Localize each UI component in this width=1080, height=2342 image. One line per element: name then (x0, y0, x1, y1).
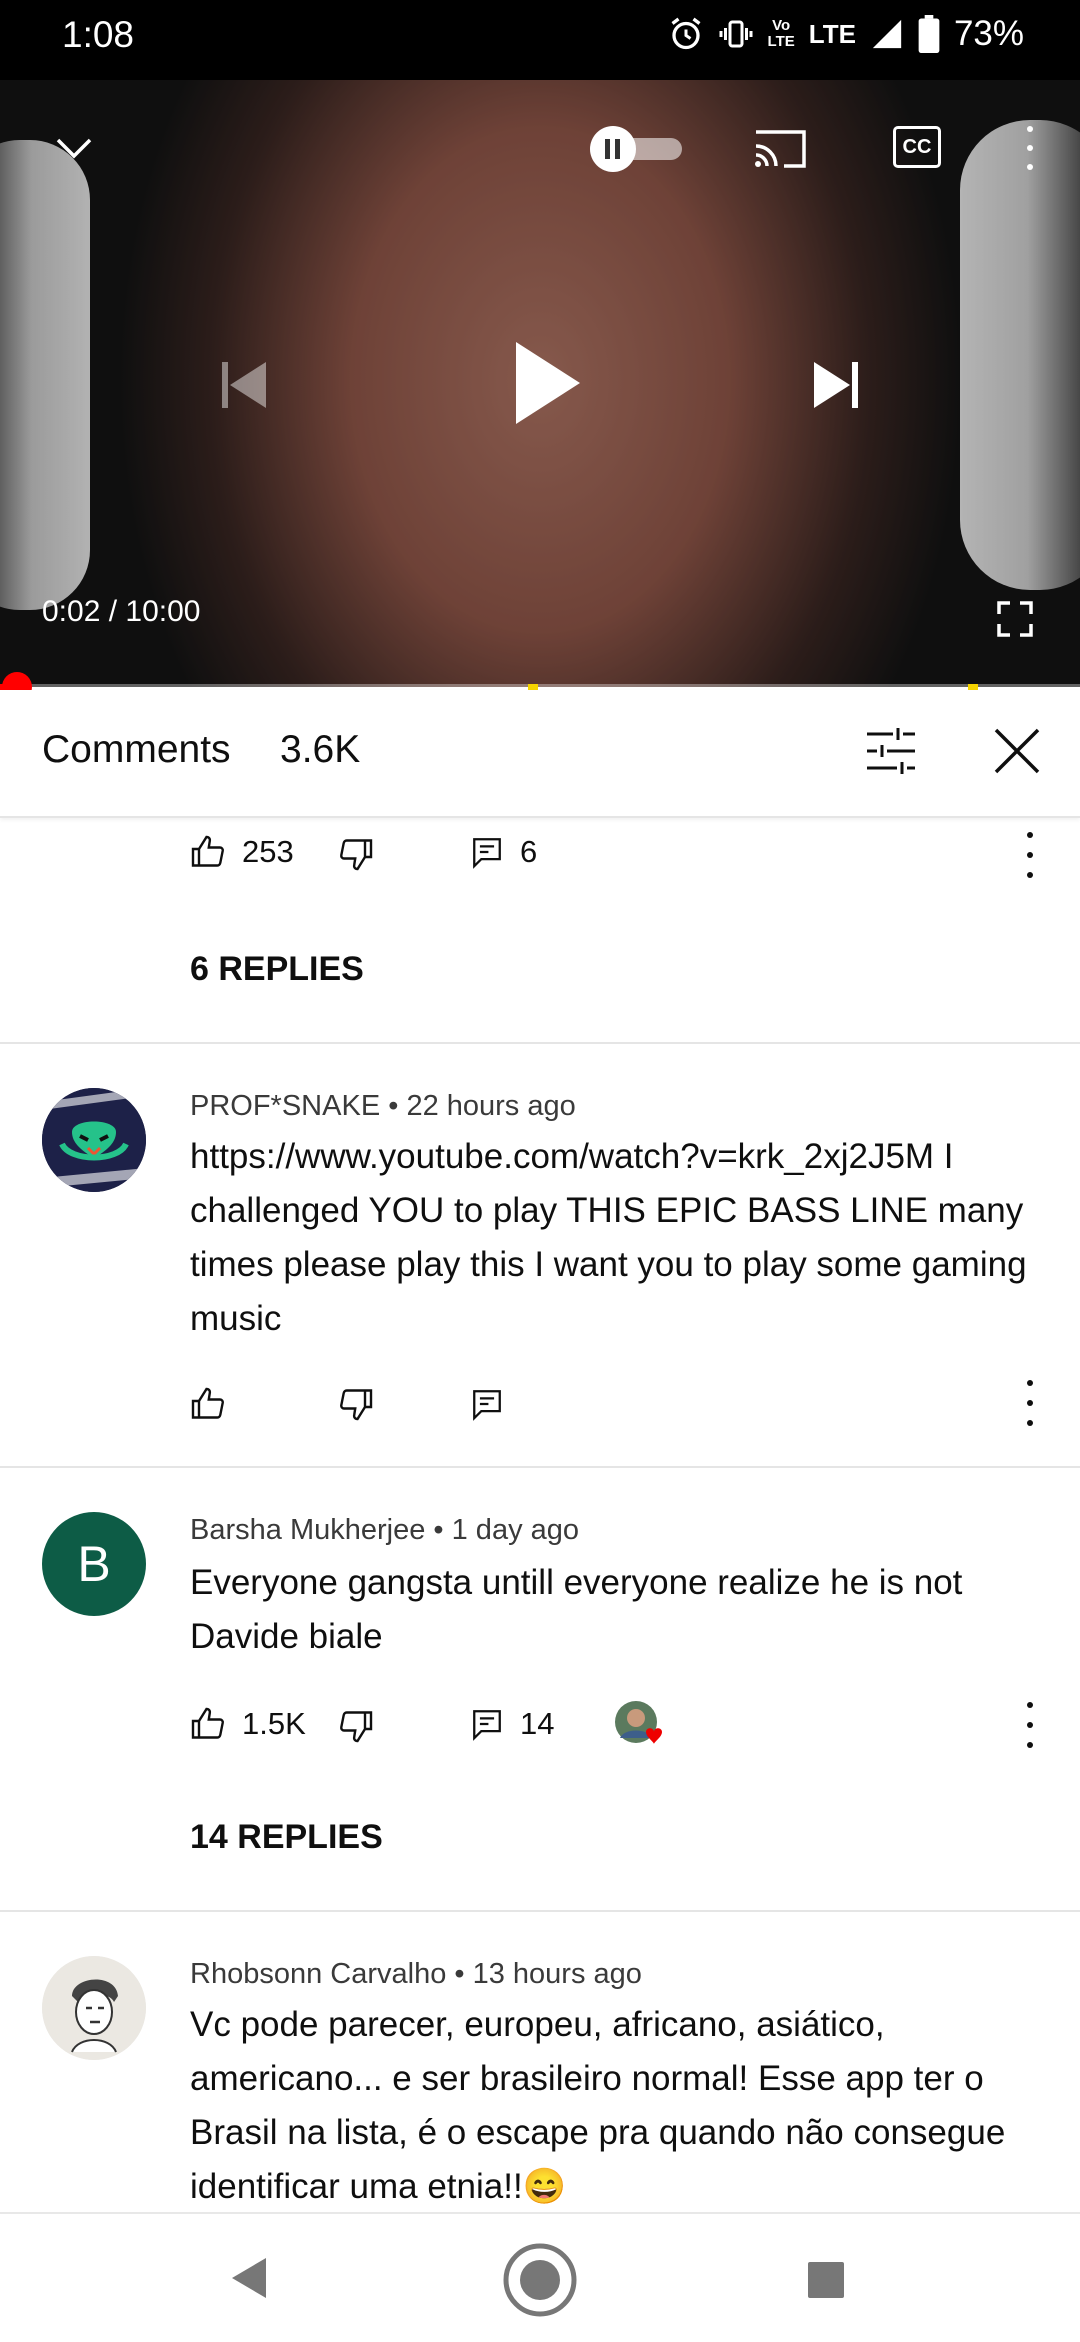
comment-text[interactable]: Vc pode parecer, europeu, africano, asiá… (190, 1998, 1050, 2210)
pause-icon (605, 139, 620, 159)
play-icon[interactable] (512, 338, 584, 428)
status-icons: Vo LTE LTE 73% (668, 14, 1024, 54)
comment-text[interactable]: Everyone gangsta untill everyone realize… (190, 1556, 1050, 1664)
comment-meta: Rhobsonn Carvalho • 13 hours ago (190, 1958, 642, 1990)
comment-menu-icon[interactable] (1020, 1380, 1040, 1426)
snake-logo-icon (42, 1088, 146, 1192)
comment-author[interactable]: Barsha Mukherjee (190, 1514, 425, 1546)
view-replies-button[interactable]: 6 REPLIES (190, 950, 364, 989)
reply-button[interactable] (470, 1386, 504, 1422)
like-count: 253 (242, 834, 294, 869)
divider (0, 1466, 1080, 1468)
dislike-button[interactable] (338, 1708, 374, 1744)
divider (0, 1910, 1080, 1912)
battery-icon (918, 15, 940, 53)
comment-menu-icon[interactable] (1020, 1702, 1040, 1748)
comments-header: Comments 3.6K (0, 690, 1080, 818)
avatar[interactable]: B (42, 1512, 146, 1616)
vibrate-icon (719, 20, 753, 48)
alarm-icon (671, 17, 701, 50)
filter-sliders-icon[interactable] (865, 726, 917, 776)
next-icon[interactable] (810, 360, 862, 410)
reply-button[interactable]: 6 (470, 834, 537, 870)
recents-nav-icon[interactable] (806, 2260, 846, 2300)
avatar-letter: B (77, 1536, 111, 1592)
autoplay-toggle[interactable] (590, 126, 686, 172)
volte-indicator: Vo LTE (767, 17, 795, 50)
close-icon[interactable] (992, 726, 1042, 776)
like-button[interactable]: 1.5K (190, 1706, 306, 1742)
comment-meta: Barsha Mukherjee • 1 day ago (190, 1514, 580, 1546)
thumbs-up-icon (191, 835, 224, 867)
more-vert-icon[interactable] (1020, 126, 1040, 170)
comment-author[interactable]: Rhobsonn Carvalho (190, 1958, 446, 1990)
back-nav-icon[interactable] (228, 2256, 268, 2300)
captions-icon[interactable]: CC (893, 126, 941, 168)
avatar[interactable] (42, 1088, 146, 1192)
lte-indicator: LTE (808, 18, 856, 49)
comment-meta: PROF*SNAKE • 22 hours ago (190, 1090, 576, 1122)
comment-menu-icon[interactable] (1020, 832, 1040, 878)
previous-icon[interactable] (218, 360, 270, 410)
status-bar: 1:08 Vo LTE LTE 73% (0, 0, 1080, 80)
status-time: 1:08 (62, 14, 135, 55)
collapse-chevron-icon[interactable] (52, 132, 96, 162)
avatar[interactable] (42, 1956, 146, 2060)
reply-count: 14 (520, 1706, 555, 1741)
comments-count: 3.6K (280, 728, 361, 771)
cartoon-avatar-icon (42, 1956, 146, 2060)
signal-icon (872, 19, 902, 49)
system-nav-bar (0, 2212, 1080, 2342)
reply-button[interactable]: 14 (470, 1706, 554, 1742)
fullscreen-icon[interactable] (996, 600, 1034, 638)
reply-count: 6 (520, 834, 538, 869)
battery-percent: 73% (953, 14, 1024, 53)
comment-reply-icon (473, 1710, 501, 1741)
thumbs-up-icon (191, 1707, 224, 1739)
comment-author[interactable]: PROF*SNAKE (190, 1090, 380, 1122)
like-count: 1.5K (242, 1706, 306, 1741)
comment-time: 1 day ago (451, 1514, 580, 1546)
comment-reply-icon (473, 838, 501, 869)
comments-title: Comments (42, 728, 231, 771)
creator-heart-icon (614, 1700, 662, 1744)
dislike-button[interactable] (338, 836, 374, 872)
comment-time: 13 hours ago (472, 1958, 642, 1990)
divider (0, 1042, 1080, 1044)
dislike-button[interactable] (338, 1386, 374, 1422)
like-button[interactable]: 253 (190, 834, 294, 870)
time-display: 0:02 / 10:00 (42, 595, 201, 628)
comment-text[interactable]: https://www.youtube.com/watch?v=krk_2xj2… (190, 1130, 1050, 1346)
cast-icon[interactable] (752, 126, 808, 172)
comment-time: 22 hours ago (406, 1090, 576, 1122)
like-button[interactable] (190, 1386, 226, 1422)
view-replies-button[interactable]: 14 REPLIES (190, 1818, 383, 1857)
home-nav-icon[interactable] (502, 2242, 578, 2318)
